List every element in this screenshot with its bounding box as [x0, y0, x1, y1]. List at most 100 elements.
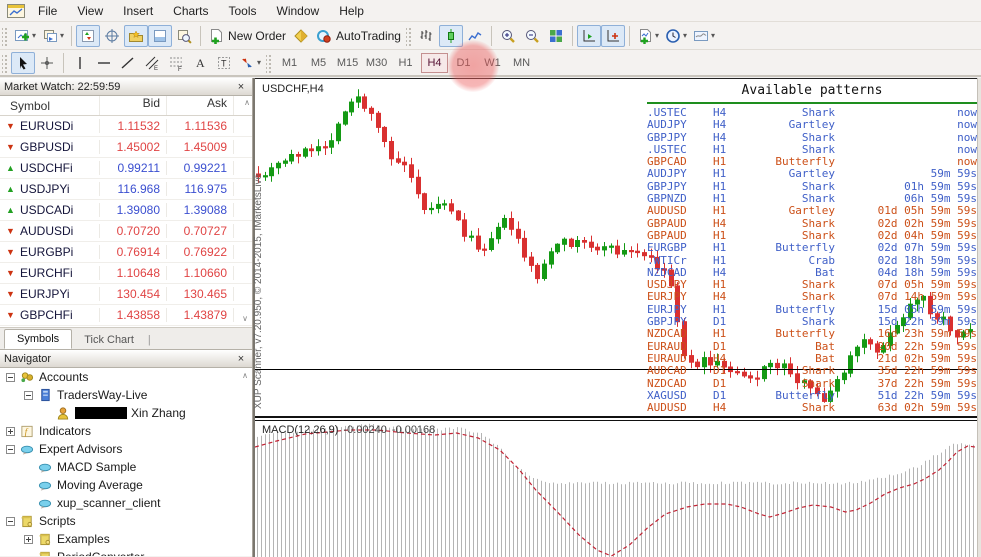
- tree-item-moving-average[interactable]: Moving Average: [0, 476, 252, 494]
- horizontal-line-button[interactable]: [92, 52, 116, 74]
- tile-windows-button[interactable]: [544, 25, 568, 47]
- auto-scroll-button[interactable]: [576, 24, 601, 47]
- dropdown-caret-icon[interactable]: ▾: [683, 31, 687, 40]
- collapse-toggle[interactable]: [24, 390, 33, 400]
- data-window-button[interactable]: [100, 25, 124, 47]
- market-watch-row[interactable]: ▼ GBPUSDi 1.45002 1.45009: [0, 137, 252, 158]
- text-button[interactable]: A: [188, 52, 212, 74]
- bid-cell: 116.968: [100, 182, 167, 196]
- cursor-button[interactable]: [11, 51, 35, 74]
- trendline-button[interactable]: [116, 52, 140, 74]
- market-watch-row[interactable]: ▼ EURGBPi 0.76914 0.76922: [0, 242, 252, 263]
- column-header-symbol[interactable]: Symbol: [0, 96, 100, 115]
- patterns-title: Available patterns: [647, 83, 977, 104]
- pattern-name: Butterfly: [775, 241, 835, 255]
- timeframe-button-w1[interactable]: W1: [479, 53, 506, 73]
- chart-canvas[interactable]: USDCHF,H4 XUP Scanner, v7.20.950, © 2014…: [253, 78, 977, 416]
- tree-item-macd-sample[interactable]: MACD Sample: [0, 458, 252, 476]
- menu-item-help[interactable]: Help: [329, 2, 374, 20]
- market-watch-row[interactable]: ▼ GBPCHFi 1.43858 1.43879: [0, 305, 252, 326]
- column-header-bid[interactable]: Bid: [100, 96, 167, 115]
- column-header-ask[interactable]: Ask: [167, 96, 234, 115]
- tree-item-tradersway-live[interactable]: TradersWay-Live: [0, 386, 252, 404]
- pattern-name: Shark: [801, 401, 835, 415]
- collapse-toggle[interactable]: [6, 444, 15, 454]
- menu-item-file[interactable]: File: [28, 2, 67, 20]
- tree-item-periodconverter[interactable]: PeriodConverter: [0, 548, 252, 556]
- dropdown-caret-icon[interactable]: ▾: [711, 31, 715, 40]
- timeframe-button-d1[interactable]: D1: [450, 53, 477, 73]
- fibonacci-button[interactable]: F: [164, 52, 188, 74]
- market-watch-toggle-button[interactable]: [76, 24, 101, 47]
- line-chart-button[interactable]: [463, 25, 487, 47]
- dropdown-caret-icon[interactable]: ▾: [32, 31, 36, 40]
- indicators-list-button[interactable]: ▾: [634, 25, 662, 47]
- metaeditor-button[interactable]: [289, 25, 313, 47]
- market-watch-row[interactable]: ▲ USDJPYi 116.968 116.975: [0, 179, 252, 200]
- expand-toggle[interactable]: [24, 534, 33, 544]
- market-watch-row[interactable]: ▲ USDCADi 1.39080 1.39088: [0, 200, 252, 221]
- collapse-toggle[interactable]: [6, 516, 15, 526]
- vertical-line-button[interactable]: [68, 52, 92, 74]
- tab-symbols[interactable]: Symbols: [4, 329, 73, 349]
- tree-item-expert-advisors[interactable]: Expert Advisors: [0, 440, 252, 458]
- bid-cell: 1.43858: [100, 308, 167, 322]
- macd-indicator-panel[interactable]: MACD(12,26,9) -0.00240 -0.00168: [254, 421, 977, 557]
- timeframe-button-h4[interactable]: H4: [421, 52, 449, 73]
- arrows-button[interactable]: ▾: [236, 52, 264, 74]
- market-watch-row[interactable]: ▼ EURCHFi 1.10648 1.10660: [0, 263, 252, 284]
- market-watch-row[interactable]: ▼ EURUSDi 1.11532 1.11536: [0, 116, 252, 137]
- zoom-in-button[interactable]: [496, 25, 520, 47]
- menu-item-window[interactable]: Window: [267, 2, 330, 20]
- terminal-toggle-button[interactable]: [148, 24, 173, 47]
- dropdown-caret-icon[interactable]: ▾: [655, 31, 659, 40]
- tree-item-examples[interactable]: Examples: [0, 530, 252, 548]
- menu-item-view[interactable]: View: [67, 2, 113, 20]
- tree-item-xup-scanner-client[interactable]: xup_scanner_client: [0, 494, 252, 512]
- dropdown-caret-icon[interactable]: ▾: [60, 31, 64, 40]
- timeframe-button-h1[interactable]: H1: [392, 53, 419, 73]
- tree-item-scripts[interactable]: Scripts: [0, 512, 252, 530]
- crosshair-button[interactable]: [35, 52, 59, 74]
- candlestick-chart-button[interactable]: [438, 24, 463, 47]
- market-watch-row[interactable]: ▼ EURJPYi 130.454 130.465: [0, 284, 252, 305]
- collapse-toggle[interactable]: [6, 372, 15, 382]
- pattern-symbol: AUDJPY: [647, 167, 687, 181]
- timeframe-button-m30[interactable]: M30: [363, 53, 390, 73]
- tree-item-indicators[interactable]: f Indicators: [0, 422, 252, 440]
- periods-button[interactable]: ▾: [662, 25, 690, 47]
- market-watch-close-button[interactable]: ×: [234, 80, 248, 94]
- pattern-row: AUDJPY H1 Gartley 59m 59s: [647, 167, 977, 181]
- tab-tick-chart[interactable]: Tick Chart: [72, 331, 146, 349]
- scroll-down-arrow[interactable]: ∨: [242, 314, 248, 323]
- timeframe-button-mn[interactable]: MN: [508, 53, 535, 73]
- navigator-scroll-up-arrow[interactable]: ∧: [242, 371, 248, 380]
- timeframe-button-m1[interactable]: M1: [276, 53, 303, 73]
- zoom-out-button[interactable]: [520, 25, 544, 47]
- menu-item-charts[interactable]: Charts: [163, 2, 218, 20]
- navigator-close-button[interactable]: ×: [234, 352, 248, 366]
- autotrading-button[interactable]: AutoTrading: [313, 25, 404, 47]
- tree-item-xin-zhang[interactable]: Xin Zhang: [0, 404, 252, 422]
- menu-item-insert[interactable]: Insert: [113, 2, 163, 20]
- profiles-button[interactable]: ▾: [39, 25, 67, 47]
- new-chart-button[interactable]: ▾: [11, 25, 39, 47]
- market-watch-row[interactable]: ▲ USDCHFi 0.99211 0.99221: [0, 158, 252, 179]
- templates-button[interactable]: ▾: [690, 25, 718, 47]
- market-watch-row[interactable]: ▼ AUDUSDi 0.70720 0.70727: [0, 221, 252, 242]
- new-order-button[interactable]: New Order: [205, 25, 289, 47]
- chart-shift-button[interactable]: [600, 24, 625, 47]
- tree-item-accounts[interactable]: Accounts: [0, 368, 252, 386]
- text-label-button[interactable]: T: [212, 52, 236, 74]
- navigator-toggle-button[interactable]: [124, 24, 149, 47]
- navigator-tree: ∧ Accounts TradersWay-Live Xin Zhang f Indic…: [0, 368, 252, 556]
- timeframe-button-m5[interactable]: M5: [305, 53, 332, 73]
- strategy-tester-button[interactable]: [172, 25, 196, 47]
- dropdown-caret-icon[interactable]: ▾: [257, 58, 261, 67]
- equidistant-channel-button[interactable]: E: [140, 52, 164, 74]
- timeframe-button-m15[interactable]: M15: [334, 53, 361, 73]
- menu-item-tools[interactable]: Tools: [219, 2, 267, 20]
- scroll-up-arrow[interactable]: ∧: [244, 98, 250, 107]
- bar-chart-button[interactable]: [415, 25, 439, 47]
- expand-toggle[interactable]: [6, 426, 15, 436]
